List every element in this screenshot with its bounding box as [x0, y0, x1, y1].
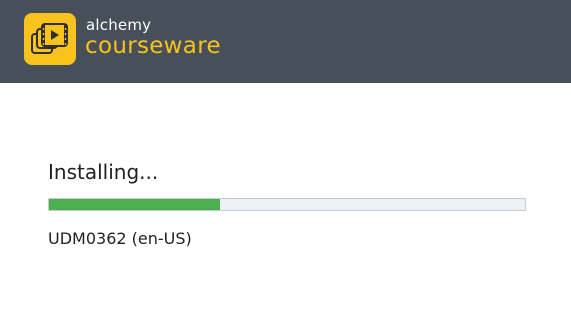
package-name: UDM0362 (en-US) — [48, 229, 192, 248]
film-stack-play-icon — [31, 23, 68, 54]
install-status-heading: Installing... — [48, 160, 159, 184]
brand-name-large: courseware — [85, 33, 221, 59]
logo — [24, 13, 76, 65]
install-progress-bar — [48, 198, 526, 211]
install-progress-fill — [49, 199, 221, 210]
installer-window: alchemy courseware Installing... UDM0362… — [0, 0, 571, 318]
app-header: alchemy courseware — [0, 0, 571, 83]
